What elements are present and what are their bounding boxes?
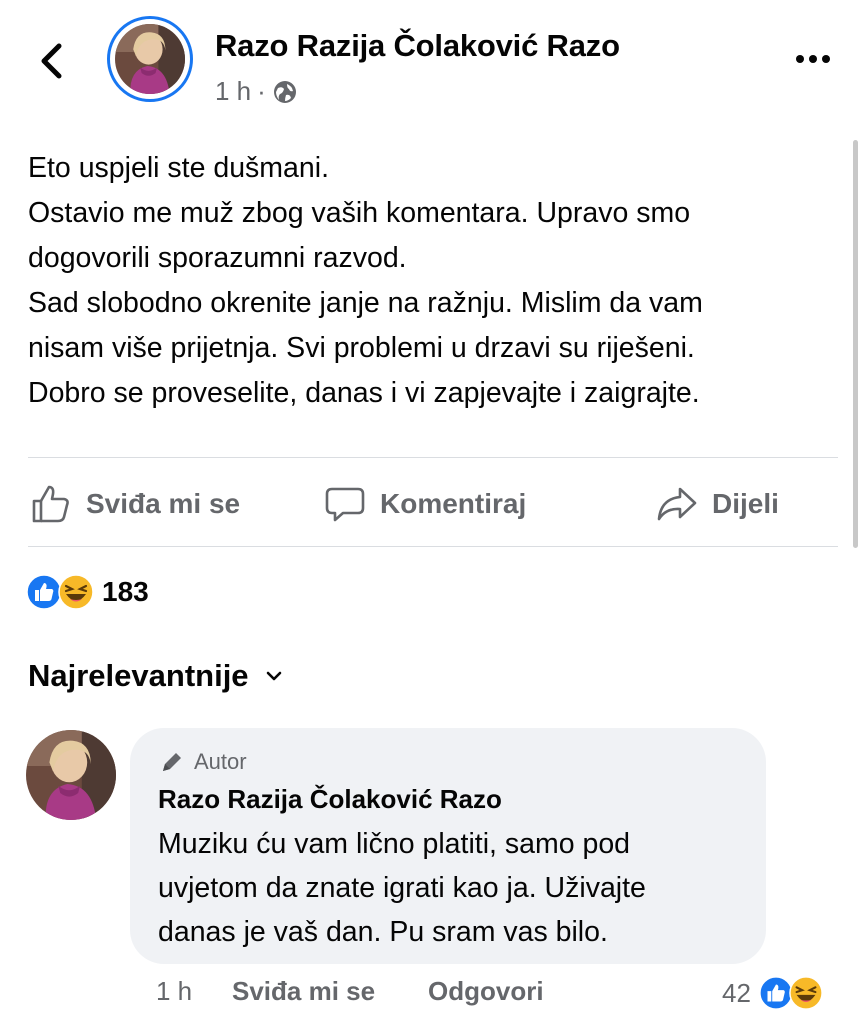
comment-author-name[interactable]: Razo Razija Čolaković Razo: [158, 784, 502, 815]
post-author-name[interactable]: Razo Razija Čolaković Razo: [215, 28, 620, 64]
post-line: nisam više prijetnja. Svi problemi u drz…: [28, 332, 695, 364]
haha-reaction-icon: [58, 574, 94, 610]
avatar-image: [115, 24, 185, 94]
scrollbar[interactable]: [853, 140, 858, 548]
reaction-count: 183: [102, 576, 149, 607]
chevron-left-icon: [41, 43, 62, 79]
comment-like-button[interactable]: Sviđa mi se: [232, 976, 375, 1007]
sort-label: Najrelevantnije: [28, 658, 249, 693]
comment-icon: [325, 487, 365, 522]
comments-sort-dropdown[interactable]: Najrelevantnije: [28, 658, 285, 694]
more-options-button[interactable]: [790, 44, 840, 74]
divider: [28, 457, 838, 458]
comment-line: danas je vaš dan. Pu sram vas bilo.: [158, 916, 608, 948]
like-reaction-icon: [26, 574, 62, 610]
post-line: Ostavio me muž zbog vaših komentara. Upr…: [28, 197, 691, 229]
comment-reaction-count: 42: [722, 977, 751, 1008]
haha-reaction-icon: [789, 976, 823, 1010]
author-avatar[interactable]: [107, 16, 193, 102]
author-badge: Autor: [158, 748, 247, 776]
more-horizontal-icon: [796, 55, 830, 63]
share-icon: [657, 487, 697, 521]
post-line: Dobro se proveselite, danas i vi zapjeva…: [28, 377, 700, 409]
reaction-summary[interactable]: 183: [26, 574, 149, 610]
comment-line: uvjetom da znate igrati kao ja. Uživajte: [158, 872, 646, 904]
comment-line: Muziku ću vam lično platiti, samo pod: [158, 828, 631, 860]
back-button[interactable]: [30, 38, 76, 84]
comment-reactions[interactable]: 42: [722, 976, 823, 1010]
commenter-avatar[interactable]: [26, 730, 116, 820]
post-meta: 1 h ·: [215, 76, 298, 107]
badge-label: Autor: [194, 749, 247, 774]
comment-time: 1 h: [156, 976, 193, 1006]
comment-reply-button[interactable]: Odgovori: [428, 976, 544, 1007]
like-label: Sviđa mi se: [86, 488, 241, 519]
comment-button[interactable]: Komentiraj: [324, 480, 526, 528]
post-line: Eto uspjeli ste dušmani.: [28, 152, 329, 184]
like-reaction-icon: [759, 976, 793, 1010]
post-line: Sad slobodno okrenite janje na ražnju. M…: [28, 287, 703, 319]
globe-icon: [273, 80, 296, 103]
post-line: dogovorili sporazumni razvod.: [28, 242, 407, 274]
divider: [28, 546, 838, 547]
comment-label: Komentiraj: [380, 488, 527, 519]
post-time: 1 h: [215, 76, 252, 106]
like-button[interactable]: Sviđa mi se: [30, 480, 240, 528]
share-button[interactable]: Dijeli: [656, 480, 779, 528]
share-label: Dijeli: [712, 488, 779, 519]
chevron-down-icon: [266, 671, 281, 681]
meta-separator: ·: [257, 76, 266, 106]
thumbs-up-icon: [32, 485, 69, 523]
comment-text: Muziku ću vam lično platiti, samo pod uv…: [158, 822, 646, 954]
pencil-icon: [163, 753, 181, 771]
post-text: Eto uspjeli ste dušmani. Ostavio me muž …: [28, 146, 848, 416]
